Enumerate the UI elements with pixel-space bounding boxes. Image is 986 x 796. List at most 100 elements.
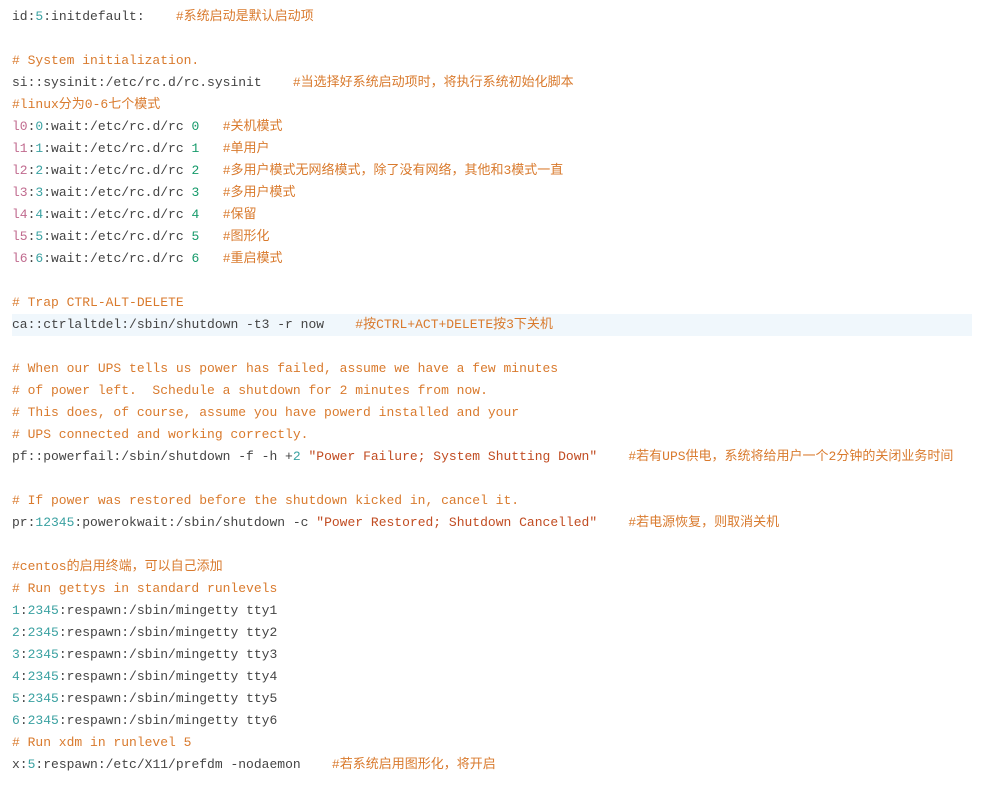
code-line: 2:2345:respawn:/sbin/mingetty tty2 xyxy=(12,622,972,644)
comment: #保留 xyxy=(223,207,257,222)
path: :wait:/etc/rc.d/rc xyxy=(43,119,191,134)
code-line: ca::ctrlaltdel:/sbin/shutdown -t3 -r now… xyxy=(12,314,972,336)
code-line: l4:4:wait:/etc/rc.d/rc 4 #保留 xyxy=(12,204,972,226)
comment: # Run xdm in runlevel 5 xyxy=(12,735,191,750)
path: :respawn:/sbin/mingetty tty5 xyxy=(59,691,277,706)
code-line: pr:12345:powerokwait:/sbin/shutdown -c "… xyxy=(12,512,972,534)
text: :powerokwait: xyxy=(74,515,175,530)
level-num: 1 xyxy=(12,603,20,618)
code-line: # If power was restored before the shutd… xyxy=(12,490,972,512)
comment: #重启模式 xyxy=(223,251,283,266)
comment: #若电源恢复，则取消关机 xyxy=(628,515,779,530)
code-line xyxy=(12,270,972,292)
path: :respawn:/sbin/mingetty tty2 xyxy=(59,625,277,640)
sep: : xyxy=(20,669,28,684)
code-line: # Run gettys in standard runlevels xyxy=(12,578,972,600)
comment: # When our UPS tells us power has failed… xyxy=(12,361,558,376)
level-num: 2 xyxy=(12,625,20,640)
code-line xyxy=(12,336,972,358)
prefix: x: xyxy=(12,757,28,772)
code-line: si::sysinit:/etc/rc.d/rc.sysinit #当选择好系统… xyxy=(12,72,972,94)
code-line: x:5:respawn:/etc/X11/prefdm -nodaemon #若… xyxy=(12,754,972,776)
comment: #linux分为0-6七个模式 xyxy=(12,97,160,112)
sep: : xyxy=(20,625,28,640)
comment: #图形化 xyxy=(223,229,270,244)
level-id: l1 xyxy=(12,141,28,156)
code-line: id:5:initdefault: #系统启动是默认启动项 xyxy=(12,6,972,28)
sep: : xyxy=(20,691,28,706)
comment: # of power left. Schedule a shutdown for… xyxy=(12,383,488,398)
sep: : xyxy=(20,647,28,662)
num: 2345 xyxy=(28,713,59,728)
level-num: 6 xyxy=(12,713,20,728)
path: :wait:/etc/rc.d/rc xyxy=(43,229,191,244)
path: /sbin/shutdown -c xyxy=(176,515,316,530)
runlevel-num: 1 xyxy=(191,141,199,156)
code-line: # Trap CTRL-ALT-DELETE xyxy=(12,292,972,314)
level-id: l5 xyxy=(12,229,28,244)
num: 12345 xyxy=(35,515,74,530)
comment: #若系统启用图形化，将开启 xyxy=(332,757,496,772)
level-id: l0 xyxy=(12,119,28,134)
path: /sbin/shutdown -f -h + xyxy=(121,449,293,464)
comment: # If power was restored before the shutd… xyxy=(12,493,519,508)
code-line: 3:2345:respawn:/sbin/mingetty tty3 xyxy=(12,644,972,666)
path: /etc/rc.d/rc.sysinit xyxy=(106,75,262,90)
comment: #系统启动是默认启动项 xyxy=(176,9,314,24)
runlevel-num: 4 xyxy=(191,207,199,222)
comment: #关机模式 xyxy=(223,119,283,134)
path: :wait:/etc/rc.d/rc xyxy=(43,251,191,266)
string: "Power Failure; System Shutting Down" xyxy=(301,449,597,464)
code-line: # System initialization. xyxy=(12,50,972,72)
path: :respawn:/sbin/mingetty tty4 xyxy=(59,669,277,684)
string: "Power Restored; Shutdown Cancelled" xyxy=(316,515,597,530)
prefix: id: xyxy=(12,9,35,24)
path: :wait:/etc/rc.d/rc xyxy=(43,185,191,200)
code-line xyxy=(12,28,972,50)
comment: #多用户模式 xyxy=(223,185,296,200)
num: 2345 xyxy=(28,603,59,618)
level-num: 3 xyxy=(12,647,20,662)
code-line: l3:3:wait:/etc/rc.d/rc 3 #多用户模式 xyxy=(12,182,972,204)
runlevel-num: 6 xyxy=(191,251,199,266)
code-line: #centos的启用终端，可以自己添加 xyxy=(12,556,972,578)
level-num: 4 xyxy=(12,669,20,684)
level-id: l6 xyxy=(12,251,28,266)
path: :respawn:/sbin/mingetty tty3 xyxy=(59,647,277,662)
code-line: l5:5:wait:/etc/rc.d/rc 5 #图形化 xyxy=(12,226,972,248)
comment: #centos的启用终端，可以自己添加 xyxy=(12,559,223,574)
level-id: l4 xyxy=(12,207,28,222)
text: :initdefault: xyxy=(43,9,144,24)
path: :respawn:/sbin/mingetty tty6 xyxy=(59,713,277,728)
comment: # Run gettys in standard runlevels xyxy=(12,581,277,596)
comment: #若有UPS供电，系统将给用户一个2分钟的关闭业务时间 xyxy=(628,449,953,464)
level-id: l2 xyxy=(12,163,28,178)
sep: : xyxy=(20,603,28,618)
code-line: pf::powerfail:/sbin/shutdown -f -h +2 "P… xyxy=(12,446,972,468)
num: 2345 xyxy=(28,691,59,706)
runlevel-num: 2 xyxy=(191,163,199,178)
path: /sbin/shutdown -t3 -r now xyxy=(129,317,324,332)
code-line xyxy=(12,534,972,556)
runlevel-num: 3 xyxy=(191,185,199,200)
code-line: # This does, of course, assume you have … xyxy=(12,402,972,424)
code-line: # Run xdm in runlevel 5 xyxy=(12,732,972,754)
level-num: 5 xyxy=(12,691,20,706)
num: 2345 xyxy=(28,625,59,640)
code-line: 5:2345:respawn:/sbin/mingetty tty5 xyxy=(12,688,972,710)
runlevel-num: 0 xyxy=(191,119,199,134)
code-line: l0:0:wait:/etc/rc.d/rc 0 #关机模式 xyxy=(12,116,972,138)
code-line: # When our UPS tells us power has failed… xyxy=(12,358,972,380)
comment: #单用户 xyxy=(223,141,270,156)
num: 2345 xyxy=(28,669,59,684)
code-line xyxy=(12,468,972,490)
num: 2345 xyxy=(28,647,59,662)
code-line: 1:2345:respawn:/sbin/mingetty tty1 xyxy=(12,600,972,622)
comment: # UPS connected and working correctly. xyxy=(12,427,308,442)
code-line: # UPS connected and working correctly. xyxy=(12,424,972,446)
sep: : xyxy=(20,713,28,728)
code-line: #linux分为0-6七个模式 xyxy=(12,94,972,116)
comment: #多用户模式无网络模式，除了没有网络，其他和3模式一直 xyxy=(223,163,564,178)
path: :respawn:/sbin/mingetty tty1 xyxy=(59,603,277,618)
num: 2 xyxy=(293,449,301,464)
